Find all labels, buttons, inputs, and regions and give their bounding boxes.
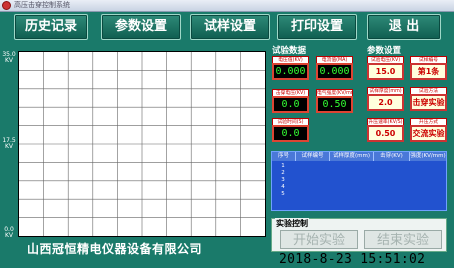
col-index: 序号: [272, 152, 296, 161]
y-axis-bottom: 0.0 KV: [4, 226, 14, 239]
params-title: 参数设置: [367, 46, 402, 56]
current-value: 0.000: [316, 63, 353, 80]
stop-experiment-button[interactable]: 结束实验: [364, 230, 442, 249]
window-title: 高压击穿控制系统: [14, 1, 70, 9]
table-row[interactable]: 1: [276, 163, 290, 170]
datetime-display: 2018-8-23 15:51:02: [279, 252, 426, 267]
sample-thickness-field[interactable]: 2.0: [367, 94, 404, 111]
start-experiment-button[interactable]: 开始实验: [280, 230, 358, 249]
voltage-chart: [18, 51, 266, 237]
col-sample-no: 试样编号: [296, 152, 330, 161]
ramp-mode-field[interactable]: 交流实验: [410, 125, 447, 142]
experiment-control-panel: 实验控制 开始实验 结束实验: [271, 218, 447, 252]
test-data-title: 试验数据: [272, 46, 307, 56]
print-settings-button[interactable]: 打印设置: [277, 14, 357, 40]
col-thickness: 试样厚度(mm): [330, 152, 374, 161]
voltage-value: 0.000: [272, 63, 309, 80]
company-name: 山西冠恒精电仪器设备有限公司: [27, 242, 203, 256]
breakdown-voltage-value: 0.0: [272, 96, 309, 113]
app-icon: [2, 1, 11, 10]
table-row[interactable]: 3: [276, 177, 290, 184]
experiment-control-title: 实验控制: [275, 218, 309, 229]
param-settings-button[interactable]: 参数设置: [101, 14, 181, 40]
ramp-rate-field[interactable]: 0.50: [367, 125, 404, 142]
title-bar: 高压击穿控制系统: [0, 0, 454, 12]
chart-grid: [19, 52, 265, 236]
table-header: 序号 试样编号 试样厚度(mm) 击穿(KV) 强度(KV/mm): [272, 152, 446, 161]
sample-number-field[interactable]: 第1条: [410, 63, 447, 80]
col-strength: 强度(KV/mm): [410, 153, 446, 159]
y-axis-mid: 17.5 KV: [2, 137, 16, 150]
test-method-field[interactable]: 击穿实验: [410, 94, 447, 111]
history-button[interactable]: 历史记录: [14, 14, 88, 40]
table-row[interactable]: 5: [276, 191, 290, 198]
test-time-value: 0.0: [272, 125, 309, 142]
strength-value: 0.50: [316, 96, 353, 113]
y-axis-top: 35.0 KV: [2, 51, 16, 64]
sample-settings-button[interactable]: 试样设置: [190, 14, 270, 40]
results-table: 序号 试样编号 试样厚度(mm) 击穿(KV) 强度(KV/mm) 1 2 3 …: [271, 151, 447, 211]
col-breakdown: 击穿(KV): [374, 152, 410, 161]
exit-button[interactable]: 退 出: [367, 14, 441, 40]
test-voltage-field[interactable]: 15.0: [367, 63, 404, 80]
table-row[interactable]: 4: [276, 184, 290, 191]
table-row[interactable]: 2: [276, 170, 290, 177]
